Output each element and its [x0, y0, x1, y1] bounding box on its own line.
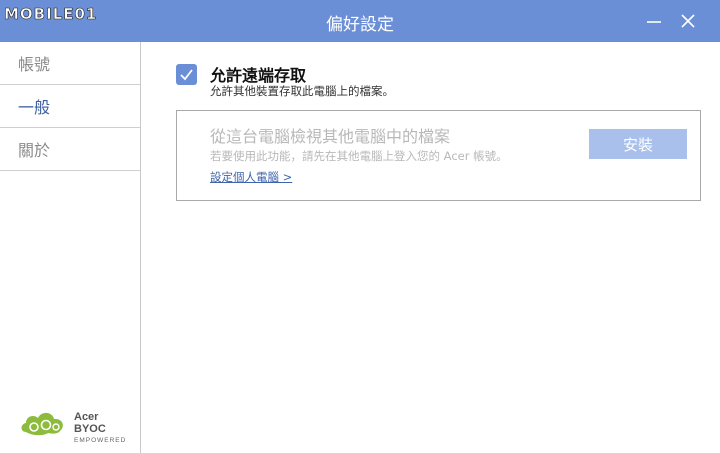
sidebar-item-about[interactable]: 關於	[0, 128, 140, 171]
window-title: 偏好設定	[326, 15, 394, 35]
sidebar-item-general[interactable]: 一般	[0, 85, 140, 128]
install-button[interactable]: 安裝	[589, 129, 687, 159]
remote-access-description: 允許其他裝置存取此電腦上的檔案。	[210, 84, 394, 98]
sidebar: 帳號 一般 關於 Acer BYOC EMPOWERED	[0, 42, 141, 453]
minimize-button[interactable]	[640, 8, 668, 34]
acer-byoc-logo: Acer BYOC EMPOWERED	[18, 406, 128, 444]
panel-title: 從這台電腦檢視其他電腦中的檔案	[210, 127, 451, 146]
minimize-icon	[647, 21, 661, 23]
close-icon	[681, 14, 695, 28]
sidebar-item-label: 關於	[18, 141, 51, 160]
browse-other-pcs-panel: 從這台電腦檢視其他電腦中的檔案 若要使用此功能，請先在其他電腦上登入您的 Ace…	[176, 110, 701, 201]
close-button[interactable]	[674, 8, 702, 34]
setup-pc-link[interactable]: 設定個人電腦 >	[210, 169, 292, 185]
sidebar-item-account[interactable]: 帳號	[0, 42, 140, 85]
remote-access-checkbox[interactable]	[176, 64, 197, 85]
sidebar-item-label: 帳號	[18, 55, 51, 74]
sidebar-item-label: 一般	[18, 98, 51, 117]
byoc-subtitle: EMPOWERED	[74, 437, 127, 444]
cloud-logo-icon	[21, 412, 63, 436]
checkmark-icon	[180, 69, 193, 81]
byoc-name: Acer BYOC	[74, 411, 106, 435]
panel-description: 若要使用此功能，請先在其他電腦上登入您的 Acer 帳號。	[210, 149, 508, 163]
title-bar: MOBILE01 偏好設定	[0, 0, 720, 42]
byoc-text: Acer BYOC EMPOWERED	[74, 411, 128, 444]
main-content: 允許遠端存取 允許其他裝置存取此電腦上的檔案。 從這台電腦檢視其他電腦中的檔案 …	[142, 42, 720, 453]
